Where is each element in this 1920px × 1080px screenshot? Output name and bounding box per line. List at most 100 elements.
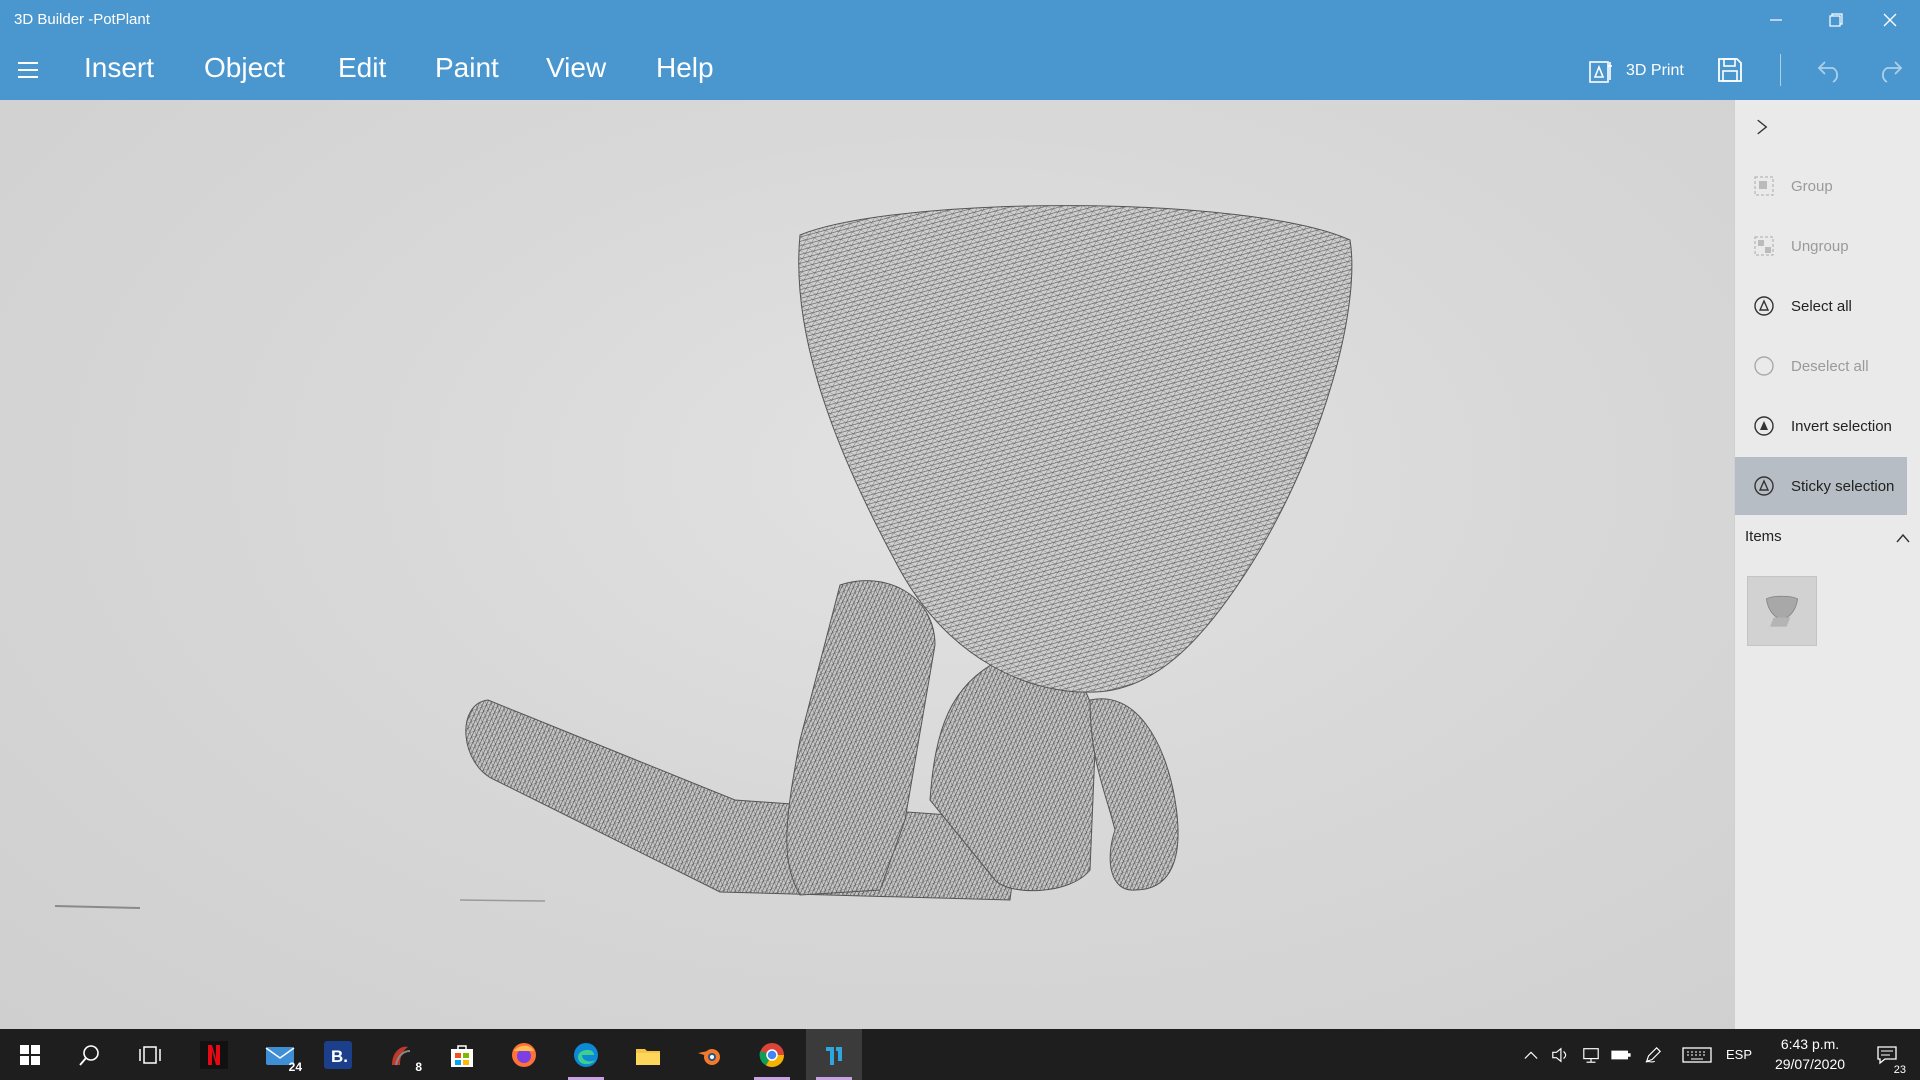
clock-time: 6:43 p.m. <box>1780 1036 1840 1052</box>
windows-logo-icon <box>20 1044 40 1065</box>
taskbar-app-file-explorer[interactable] <box>620 1029 676 1080</box>
search-button[interactable] <box>62 1029 118 1080</box>
3d-print-icon <box>1589 61 1612 83</box>
keyboard-icon <box>1682 1046 1712 1063</box>
minimize-button[interactable] <box>1746 0 1806 40</box>
close-button[interactable] <box>1860 0 1920 40</box>
mail-badge: 24 <box>288 1060 302 1074</box>
invert-selection-label: Invert selection <box>1791 417 1892 435</box>
menu-object[interactable]: Object <box>204 52 285 84</box>
invert-selection-icon <box>1754 416 1774 436</box>
network-button[interactable] <box>1578 1029 1604 1080</box>
deselect-all-icon <box>1754 356 1774 376</box>
selection-panel: Group Ungroup Select all Deselect all In… <box>1734 100 1920 1029</box>
close-icon <box>1883 13 1897 27</box>
taskbar-app-edge[interactable] <box>558 1029 614 1080</box>
blender-icon <box>698 1048 720 1065</box>
action-center-button[interactable]: 23 <box>1864 1029 1910 1080</box>
clock[interactable]: 6:43 p.m. 29/07/2020 <box>1760 1034 1860 1074</box>
toolbar-divider <box>1780 54 1781 86</box>
svg-text:B.: B. <box>331 1047 348 1066</box>
taskbar-app-8[interactable]: 8 <box>372 1029 428 1080</box>
show-hidden-icons-button[interactable] <box>1520 1029 1542 1080</box>
group-label: Group <box>1791 177 1833 195</box>
3d-print-label: 3D Print <box>1626 62 1684 79</box>
deselect-all-button[interactable]: Deselect all <box>1735 337 1907 395</box>
sticky-selection-icon <box>1754 476 1774 496</box>
items-label: Items <box>1745 528 1782 545</box>
menu-insert[interactable]: Insert <box>84 52 154 84</box>
start-button[interactable] <box>2 1029 58 1080</box>
3d-builder-icon <box>826 1046 842 1065</box>
chevron-up-icon <box>1896 533 1910 543</box>
redo-icon <box>1881 61 1903 83</box>
input-language[interactable]: ESP <box>1722 1029 1756 1080</box>
taskbar-app-booking[interactable]: B. <box>310 1029 366 1080</box>
sticky-selection-label: Sticky selection <box>1791 477 1895 495</box>
speaker-icon <box>1552 1046 1567 1063</box>
invert-selection-button[interactable]: Invert selection <box>1735 397 1907 455</box>
chevron-right-icon <box>1757 119 1768 135</box>
chevron-up-icon <box>1524 1051 1538 1059</box>
menu-help[interactable]: Help <box>656 52 714 84</box>
ungroup-icon <box>1754 236 1774 256</box>
taskbar-app-firefox[interactable] <box>496 1029 552 1080</box>
title-bar: 3D Builder -PotPlant <box>0 0 1920 40</box>
undo-button[interactable] <box>1815 54 1845 84</box>
menu-paint[interactable]: Paint <box>435 52 499 84</box>
3d-print-button[interactable]: 3D Print <box>1588 56 1684 86</box>
select-all-icon <box>1754 296 1774 316</box>
select-all-label: Select all <box>1791 297 1852 315</box>
task-view-icon <box>139 1045 161 1064</box>
touch-keyboard-button[interactable] <box>1680 1029 1714 1080</box>
ungroup-button[interactable]: Ungroup <box>1735 217 1907 275</box>
pen-icon <box>1645 1046 1662 1063</box>
store-icon <box>451 1044 473 1067</box>
chrome-icon <box>759 1042 784 1067</box>
hamburger-menu-icon[interactable] <box>14 58 42 82</box>
potplant-model[interactable] <box>0 100 1734 1029</box>
clock-date: 29/07/2020 <box>1774 1056 1846 1072</box>
undo-icon <box>1817 61 1839 83</box>
menu-edit[interactable]: Edit <box>338 52 386 84</box>
taskbar-app-blender[interactable] <box>682 1029 738 1080</box>
group-icon <box>1754 176 1774 196</box>
potplant-thumbnail[interactable] <box>1747 576 1817 646</box>
collapse-panel-button[interactable] <box>1747 112 1777 142</box>
3d-viewport[interactable] <box>0 100 1734 1029</box>
select-all-button[interactable]: Select all <box>1735 277 1907 335</box>
pen-button[interactable] <box>1640 1029 1666 1080</box>
restore-icon <box>1829 13 1843 27</box>
items-section-header[interactable]: Items <box>1745 528 1915 552</box>
battery-icon <box>1611 1050 1631 1059</box>
battery-button[interactable] <box>1608 1029 1634 1080</box>
restore-button[interactable] <box>1806 0 1866 40</box>
netflix-icon <box>200 1040 228 1069</box>
save-button[interactable] <box>1716 56 1744 84</box>
notifications-icon <box>1877 1045 1897 1064</box>
taskbar-app-mail[interactable]: 24 <box>252 1029 308 1080</box>
booking-icon: B. <box>324 1040 352 1069</box>
potplant-thumbnail-icon <box>1765 595 1799 627</box>
taskbar-app-3d-builder[interactable] <box>806 1029 862 1080</box>
volume-button[interactable] <box>1548 1029 1572 1080</box>
group-button[interactable]: Group <box>1735 157 1907 215</box>
taskbar-app-store[interactable] <box>434 1029 490 1080</box>
menu-bar: Insert Object Edit Paint View Help 3D Pr… <box>0 40 1920 100</box>
sticky-selection-button[interactable]: Sticky selection <box>1735 457 1907 515</box>
menu-view[interactable]: View <box>546 52 606 84</box>
notifications-badge: 23 <box>1893 1064 1906 1076</box>
firefox-icon <box>512 1042 536 1067</box>
network-icon <box>1583 1047 1599 1063</box>
edge-icon <box>574 1042 598 1067</box>
file-explorer-icon <box>636 1048 660 1065</box>
task-view-button[interactable] <box>122 1029 178 1080</box>
save-icon <box>1718 58 1742 82</box>
ungroup-label: Ungroup <box>1791 237 1849 255</box>
taskbar-app-netflix[interactable] <box>186 1029 242 1080</box>
redo-button[interactable] <box>1875 54 1905 84</box>
window-title: 3D Builder -PotPlant <box>14 11 150 28</box>
app-8-icon <box>392 1046 411 1065</box>
taskbar-app-chrome[interactable] <box>744 1029 800 1080</box>
minimize-icon <box>1770 19 1782 21</box>
